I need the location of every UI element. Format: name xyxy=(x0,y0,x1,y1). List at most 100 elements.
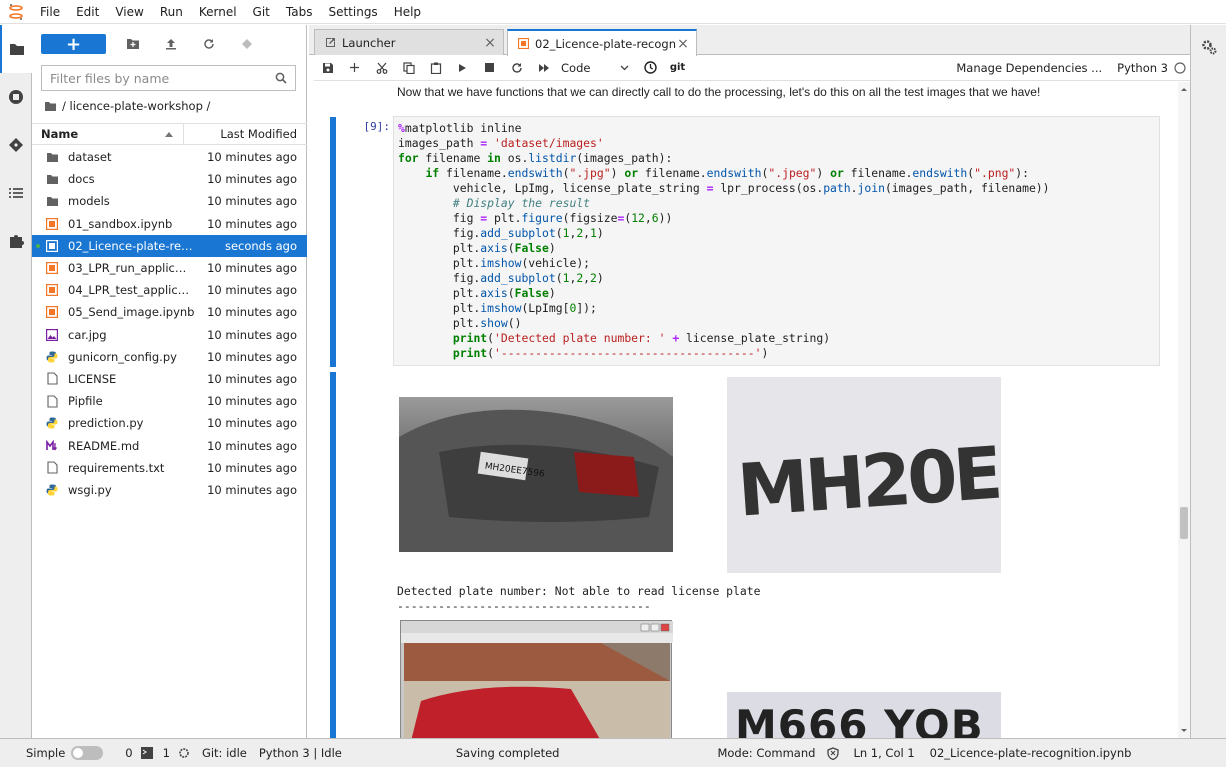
new-launcher-button[interactable]: + xyxy=(41,34,106,55)
git-tab[interactable] xyxy=(0,121,32,169)
code-cell-editor[interactable]: %matplotlib inline images_path = 'datase… xyxy=(393,116,1160,366)
save-button[interactable] xyxy=(314,56,341,80)
modified-column-header[interactable]: Last Modified xyxy=(184,127,307,141)
menu-tabs[interactable]: Tabs xyxy=(278,0,321,24)
kernels-count[interactable]: 1 xyxy=(163,746,190,760)
toc-tab[interactable] xyxy=(0,169,32,217)
scroll-up-icon[interactable] xyxy=(1178,84,1190,94)
scroll-down-icon[interactable] xyxy=(1178,726,1190,736)
output-text-separator: ------------------------------------- xyxy=(397,599,651,613)
file-row[interactable]: wsgi.py 10 minutes ago xyxy=(32,479,307,501)
file-row[interactable]: models 10 minutes ago xyxy=(32,190,307,212)
file-browser: + / licence-plate-workshop / Name Last M… xyxy=(32,25,307,738)
upload-button[interactable] xyxy=(152,38,190,50)
file-row[interactable]: requirements.txt 10 minutes ago xyxy=(32,457,307,479)
terminals-count[interactable]: 0 xyxy=(125,746,153,760)
menu-kernel[interactable]: Kernel xyxy=(191,0,245,24)
file-row[interactable]: prediction.py 10 minutes ago xyxy=(32,412,307,434)
file-row[interactable]: 01_sandbox.ipynb 10 minutes ago xyxy=(32,213,307,235)
code-line: plt.imshow(vehicle); xyxy=(398,256,591,270)
file-row[interactable]: 03_LPR_run_applic… 10 minutes ago xyxy=(32,257,307,279)
cursor-position[interactable]: Ln 1, Col 1 xyxy=(853,746,914,760)
code-line: for filename in os.listdir(images_path): xyxy=(398,151,673,165)
new-folder-button[interactable] xyxy=(114,38,152,50)
file-name: requirements.txt xyxy=(68,460,165,475)
car-image-output-2 xyxy=(400,620,673,738)
code-line: # Display the result xyxy=(452,196,591,210)
extensions-tab[interactable] xyxy=(0,217,32,265)
kernel-status[interactable]: Python 3 | Idle xyxy=(259,746,342,760)
tab-notebook[interactable]: 02_Licence-plate-recognitior × xyxy=(507,29,697,56)
file-row[interactable]: Pipfile 10 minutes ago xyxy=(32,390,307,412)
git-label: git xyxy=(669,62,686,73)
file-row[interactable]: 05_Send_image.ipynb 10 minutes ago xyxy=(32,301,307,323)
scrollbar-thumb[interactable] xyxy=(1180,507,1188,539)
run-all-button[interactable] xyxy=(530,56,557,80)
manage-dependencies-button[interactable]: Manage Dependencies ... xyxy=(956,61,1102,75)
menu-file[interactable]: File xyxy=(32,0,68,24)
tab-label: Launcher xyxy=(342,35,396,50)
image-icon xyxy=(45,328,59,342)
launcher-icon xyxy=(326,38,335,47)
git-diff-button[interactable]: git xyxy=(664,56,691,80)
paste-button[interactable] xyxy=(422,56,449,80)
insert-cell-button[interactable] xyxy=(341,56,368,80)
file-name: car.jpg xyxy=(68,327,107,342)
file-row[interactable]: gunicorn_config.py 10 minutes ago xyxy=(32,346,307,368)
main-dock-area: Launcher × 02_Licence-plate-recognitior … xyxy=(309,25,1190,738)
folder-icon xyxy=(45,194,59,208)
folder-icon[interactable] xyxy=(44,101,57,112)
git-clone-button[interactable] xyxy=(228,38,266,50)
breadcrumb-path[interactable]: / licence-plate-workshop / xyxy=(62,99,210,113)
run-button[interactable] xyxy=(449,56,476,80)
file-browser-tab[interactable] xyxy=(0,25,32,73)
python-icon xyxy=(45,350,59,364)
menu-run[interactable]: Run xyxy=(152,0,191,24)
close-icon[interactable]: × xyxy=(676,36,690,52)
plate-crop-output: MH20EE7596 xyxy=(727,377,1190,573)
git-status[interactable]: Git: idle xyxy=(202,746,247,760)
right-sidebar xyxy=(1190,25,1226,738)
menu-edit[interactable]: Edit xyxy=(68,0,107,24)
shield-icon xyxy=(827,746,840,760)
refresh-button[interactable] xyxy=(190,38,228,50)
copy-button[interactable] xyxy=(395,56,422,80)
cell-type-select[interactable]: Code xyxy=(561,61,633,75)
menu-help[interactable]: Help xyxy=(386,0,429,24)
file-row[interactable]: README.md 10 minutes ago xyxy=(32,434,307,456)
file-modified: 10 minutes ago xyxy=(207,394,297,409)
git-icon xyxy=(9,138,23,152)
property-inspector-tab[interactable] xyxy=(1201,39,1217,58)
notebook-scrollbar[interactable] xyxy=(1178,82,1190,738)
menu-settings[interactable]: Settings xyxy=(320,0,385,24)
close-icon[interactable]: × xyxy=(483,35,497,51)
name-column-header[interactable]: Name xyxy=(32,124,184,144)
trusted-indicator[interactable] xyxy=(827,746,840,760)
restart-button[interactable] xyxy=(503,56,530,80)
file-row[interactable]: docs 10 minutes ago xyxy=(32,168,307,190)
output-cell-indicator[interactable] xyxy=(330,372,336,738)
clock-icon xyxy=(644,61,657,74)
file-row[interactable]: car.jpg 10 minutes ago xyxy=(32,324,307,346)
file-row[interactable]: 02_Licence-plate-re… seconds ago xyxy=(32,234,307,257)
tab-launcher[interactable]: Launcher × xyxy=(314,29,504,55)
interrupt-button[interactable] xyxy=(476,56,503,80)
file-list-header: Name Last Modified xyxy=(32,123,307,145)
simple-mode-toggle[interactable]: Simple xyxy=(26,746,104,760)
file-filter-input[interactable] xyxy=(50,70,270,86)
code-line: plt.show() xyxy=(398,316,522,330)
file-modified: 10 minutes ago xyxy=(207,216,297,231)
running-tab[interactable] xyxy=(0,73,32,121)
menu-view[interactable]: View xyxy=(107,0,151,24)
file-row[interactable]: 04_LPR_test_applic… 10 minutes ago xyxy=(32,279,307,301)
file-row[interactable]: dataset 10 minutes ago xyxy=(32,146,307,168)
menu-git[interactable]: Git xyxy=(245,0,278,24)
execution-count-prompt: [9]: xyxy=(363,120,391,133)
toggle-switch[interactable] xyxy=(71,746,104,760)
folder-icon xyxy=(45,150,59,164)
cut-button[interactable] xyxy=(368,56,395,80)
file-row[interactable]: LICENSE 10 minutes ago xyxy=(32,368,307,390)
execution-time-button[interactable] xyxy=(637,56,664,80)
upload-icon xyxy=(166,39,176,50)
kernel-name[interactable]: Python 3 xyxy=(1117,61,1168,75)
